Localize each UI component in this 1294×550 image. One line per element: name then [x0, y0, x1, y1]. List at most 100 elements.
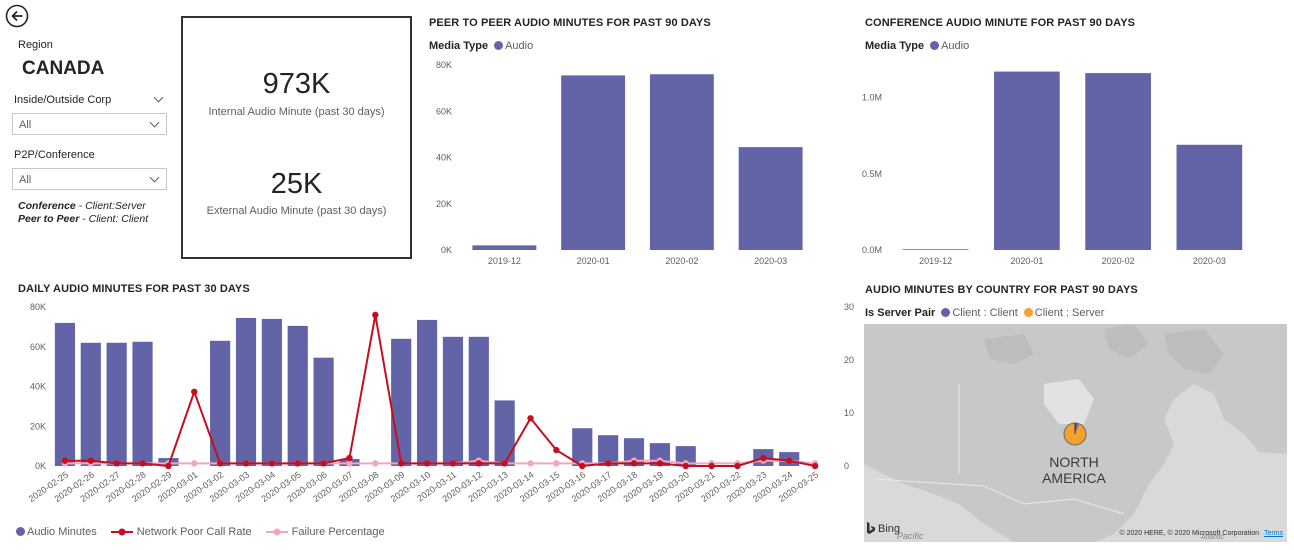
- poor-call-rate-point: [579, 462, 586, 470]
- bar[interactable]: [1176, 144, 1243, 250]
- p2p-chart-legend: Media Type Audio: [429, 40, 533, 52]
- legend-label-poor-call-rate: Network Poor Call Rate: [136, 526, 252, 538]
- p2p-note-key: Peer to Peer: [18, 213, 80, 225]
- legend-dot-icon: [16, 527, 25, 536]
- poor-call-rate-point: [604, 460, 612, 467]
- bar[interactable]: [210, 340, 231, 466]
- map-region-line1: NORTH: [1049, 454, 1099, 470]
- region-label: Region: [18, 39, 53, 51]
- y2-tick-label: 30: [844, 302, 854, 312]
- map-canvas[interactable]: NORTH AMERICA Pacific Atlantic Bing © 20…: [864, 324, 1287, 542]
- kpi-card: 973K Internal Audio Minute (past 30 days…: [181, 16, 412, 259]
- map-region-line2: AMERICA: [1042, 470, 1106, 486]
- bar[interactable]: [561, 75, 626, 250]
- legend-dot-icon: [941, 308, 951, 317]
- poor-call-rate-point: [242, 460, 250, 467]
- poor-call-rate-point: [811, 462, 819, 470]
- map-legend-item-client-server[interactable]: Client : Server: [1023, 307, 1105, 319]
- poor-call-rate-point: [760, 454, 767, 462]
- legend-label-audio-minutes: Audio Minutes: [27, 526, 97, 538]
- bar[interactable]: [106, 342, 127, 466]
- poor-call-rate-point: [113, 460, 120, 467]
- bar[interactable]: [54, 322, 76, 466]
- back-button[interactable]: [5, 4, 29, 28]
- internal-kpi-label: Internal Audio Minute (past 30 days): [208, 106, 385, 118]
- poor-call-rate-point: [682, 462, 689, 470]
- p2p-chart-title: PEER TO PEER AUDIO MINUTES FOR PAST 90 D…: [429, 17, 711, 29]
- x-tick-label: 2020-01: [577, 256, 610, 266]
- bar[interactable]: [391, 338, 412, 466]
- bar[interactable]: [442, 336, 464, 466]
- p2p-legend-item[interactable]: Audio: [494, 40, 533, 52]
- map-legend-label-client-server: Client : Server: [1034, 307, 1105, 319]
- x-tick-label: 2020-02: [1102, 256, 1135, 266]
- chevron-down-icon: [149, 172, 160, 183]
- bar[interactable]: [287, 325, 308, 466]
- poor-call-rate-point: [527, 415, 534, 422]
- poor-call-rate-line: [64, 314, 816, 468]
- bar[interactable]: [902, 249, 969, 250]
- conference-note: Conference - Client:Server: [18, 200, 146, 212]
- legend-label-failure-percentage: Failure Percentage: [291, 526, 385, 538]
- inside-outside-dropdown[interactable]: All: [12, 113, 167, 135]
- legend-dot-icon: [494, 41, 504, 50]
- bar[interactable]: [1085, 73, 1151, 250]
- bar[interactable]: [416, 319, 438, 466]
- bar[interactable]: [235, 317, 257, 466]
- poor-call-rate-point: [191, 388, 198, 395]
- failure-percentage-point: [553, 460, 560, 467]
- conference-chart: 0.0M 0.5M 1.0M 2019-12 2020-01 2020-02 2020-03: [862, 71, 1243, 266]
- bing-icon: [867, 522, 875, 534]
- map-region-label: NORTH AMERICA: [1034, 454, 1114, 486]
- legend-item-failure-percentage[interactable]: Failure Percentage: [265, 526, 385, 538]
- bar[interactable]: [994, 71, 1060, 250]
- poor-call-rate-point: [786, 457, 793, 464]
- conference-legend-item[interactable]: Audio: [930, 40, 969, 52]
- map-legend-item-client-client[interactable]: Client : Client: [941, 307, 1018, 319]
- map-attribution: © 2020 HERE, © 2020 Microsoft Corporatio…: [1119, 530, 1283, 537]
- bar[interactable]: [738, 147, 803, 250]
- failure-percentage-point: [527, 460, 534, 467]
- bar[interactable]: [472, 245, 537, 250]
- bar[interactable]: [468, 336, 489, 466]
- bar[interactable]: [261, 318, 282, 466]
- bar[interactable]: [313, 357, 334, 466]
- poor-call-rate-point: [320, 460, 327, 467]
- poor-call-rate-point: [372, 311, 379, 319]
- daily-chart: 0K20K40K60K80K01020302020-02-252020-02-2…: [27, 302, 854, 504]
- poor-call-rate-point: [346, 454, 353, 462]
- poor-call-rate-point: [139, 460, 146, 467]
- p2p-conference-label: P2P/Conference: [14, 149, 95, 161]
- chevron-down-icon[interactable]: [153, 92, 164, 103]
- poor-call-rate-point: [423, 460, 431, 467]
- bar[interactable]: [649, 74, 714, 250]
- bar[interactable]: [132, 341, 153, 466]
- conference-chart-legend: Media Type Audio: [865, 40, 969, 52]
- x-tick-label: 2020-01: [1010, 256, 1043, 266]
- failure-percentage-point: [191, 460, 198, 467]
- failure-percentage-point: [372, 460, 379, 467]
- conference-legend-title: Media Type: [865, 40, 925, 52]
- conference-note-value: - Client:Server: [75, 200, 146, 212]
- p2p-legend-title: Media Type: [429, 40, 489, 52]
- p2p-conference-dropdown[interactable]: All: [12, 168, 167, 190]
- legend-item-poor-call-rate[interactable]: Network Poor Call Rate: [110, 526, 252, 538]
- map-pie-bubble[interactable]: [1062, 421, 1088, 447]
- legend-item-audio-minutes[interactable]: Audio Minutes: [16, 526, 97, 538]
- poor-call-rate-point: [656, 460, 664, 467]
- poor-call-rate-point: [630, 460, 638, 467]
- poor-call-rate-point: [294, 460, 301, 467]
- map-terms-link[interactable]: Terms: [1264, 530, 1283, 537]
- poor-call-rate-point: [708, 462, 715, 470]
- x-tick-label: 2020-03: [1193, 256, 1226, 266]
- back-arrow-icon: [5, 4, 29, 28]
- poor-call-rate-point: [61, 457, 69, 464]
- y-tick-label: 20K: [436, 199, 452, 209]
- x-tick-label: 2019-12: [919, 256, 952, 266]
- bar[interactable]: [80, 342, 101, 466]
- poor-call-rate-point: [553, 446, 560, 454]
- poor-call-rate-point: [398, 460, 405, 467]
- bar[interactable]: [494, 400, 515, 466]
- poor-call-rate-point: [87, 457, 95, 464]
- legend-dot-icon: [1023, 308, 1033, 317]
